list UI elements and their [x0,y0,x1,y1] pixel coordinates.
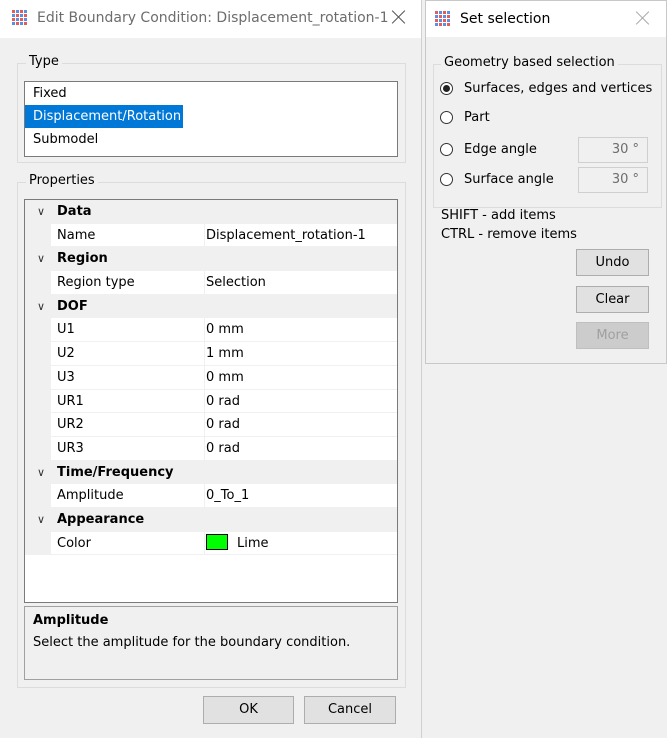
property-name: Name [57,227,96,243]
property-row-ur2[interactable]: UR2 0 rad [25,413,397,437]
property-value[interactable]: 0 mm [204,318,397,343]
app-grid-icon [435,11,451,27]
panel-titlebar[interactable]: Set selection [426,1,666,37]
property-name: U3 [57,369,75,385]
color-swatch[interactable] [206,533,228,550]
property-name: UR3 [57,440,84,456]
property-row-region-type[interactable]: Region type Selection [25,271,397,295]
property-row-u1[interactable]: U1 0 mm [25,318,397,343]
properties-tree[interactable]: ∨ Data Name Displacement_rotation-1 ∨ Re… [24,199,398,603]
type-item-fixed[interactable]: Fixed [25,82,69,105]
property-row-u3[interactable]: U3 0 mm [25,365,397,390]
radio-label: Surfaces, edges and vertices [464,81,653,96]
property-row-name[interactable]: Name Displacement_rotation-1 [25,223,397,248]
property-name: Region type [57,275,135,291]
property-row-ur3[interactable]: UR3 0 rad [25,436,397,461]
radio-label: Surface angle [464,172,554,187]
row-gutter [25,413,51,436]
property-row-color[interactable]: Color Lime [25,531,397,556]
type-list[interactable]: Fixed Displacement/Rotation Submodel [24,81,398,157]
radio-unchecked[interactable] [440,111,453,124]
radio-unchecked[interactable] [440,173,453,186]
radio-label: Part [464,110,490,125]
property-name: U2 [57,346,75,362]
ctrl-hint: CTRL - remove items [441,227,577,242]
property-name: UR2 [57,417,84,433]
property-name: U1 [57,322,75,338]
property-value[interactable]: 0_To_1 [204,484,397,508]
category-label: Data [57,204,92,219]
chevron-down-icon[interactable]: ∨ [33,247,49,271]
property-row-u2[interactable]: U2 1 mm [25,342,397,366]
help-description: Select the amplitude for the boundary co… [33,635,351,650]
row-gutter [25,531,51,555]
row-gutter [25,223,51,247]
property-name: UR1 [57,393,84,409]
radio-checked[interactable] [440,82,453,95]
undo-button[interactable]: Undo [576,249,649,276]
chevron-down-icon[interactable]: ∨ [33,461,49,485]
property-value[interactable]: Selection [204,271,397,295]
category-label: Region [57,251,108,267]
ok-button[interactable]: OK [203,696,294,724]
type-item-submodel[interactable]: Submodel [25,128,100,151]
radio-unchecked[interactable] [440,143,453,156]
cancel-button[interactable]: Cancel [304,696,396,724]
row-gutter [25,484,51,507]
property-value[interactable]: 0 rad [204,436,397,461]
dialog-title: Edit Boundary Condition: Displacement_ro… [37,10,389,26]
surface-angle-field[interactable]: 30 ° [578,167,648,193]
close-icon[interactable] [390,8,408,26]
clear-button[interactable]: Clear [576,286,649,313]
panel-title: Set selection [460,11,551,27]
property-row-ur1[interactable]: UR1 0 rad [25,389,397,414]
property-value[interactable]: Lime [204,531,397,556]
chevron-down-icon[interactable]: ∨ [33,508,49,532]
dialog-titlebar[interactable]: Edit Boundary Condition: Displacement_ro… [0,0,421,38]
more-button[interactable]: More [576,322,649,349]
category-dof[interactable]: ∨ DOF [25,294,397,319]
property-name: Color [57,535,91,551]
category-label: Time/Frequency [57,464,174,480]
properties-group-label: Properties [26,173,98,188]
chevron-down-icon[interactable]: ∨ [33,200,49,224]
property-value[interactable]: 0 rad [204,413,397,437]
category-label: DOF [57,298,88,314]
category-region[interactable]: ∨ Region [25,247,397,272]
row-gutter [25,389,51,413]
type-item-displacement-rotation[interactable]: Displacement/Rotation [25,105,184,128]
edge-angle-field[interactable]: 30 ° [578,137,648,163]
chevron-down-icon[interactable]: ∨ [33,295,49,319]
category-label: Appearance [57,511,145,527]
row-gutter [25,271,51,294]
row-gutter [25,436,51,460]
row-gutter [25,342,51,365]
category-data[interactable]: ∨ Data [25,200,397,224]
shift-hint: SHIFT - add items [441,208,556,223]
geometry-selection-label: Geometry based selection [441,55,618,70]
color-value-label: Lime [237,535,269,551]
property-value[interactable]: 1 mm [204,342,397,366]
edit-boundary-condition-dialog: Edit Boundary Condition: Displacement_ro… [0,0,422,738]
property-name: Amplitude [57,488,124,504]
help-box: Amplitude Select the amplitude for the b… [24,606,398,680]
row-gutter [25,318,51,342]
category-time-frequency[interactable]: ∨ Time/Frequency [25,460,397,485]
property-value[interactable]: 0 rad [204,389,397,414]
set-selection-panel: Set selection Geometry based selection S… [425,0,667,364]
property-value[interactable]: Displacement_rotation-1 [204,223,397,248]
property-row-amplitude[interactable]: Amplitude 0_To_1 [25,484,397,508]
property-value[interactable]: 0 mm [204,365,397,390]
radio-label: Edge angle [464,142,537,157]
app-grid-icon [12,10,28,26]
close-icon[interactable] [634,9,652,27]
category-appearance[interactable]: ∨ Appearance [25,507,397,532]
type-group-label: Type [26,54,62,69]
row-gutter [25,365,51,389]
help-title: Amplitude [33,613,109,628]
